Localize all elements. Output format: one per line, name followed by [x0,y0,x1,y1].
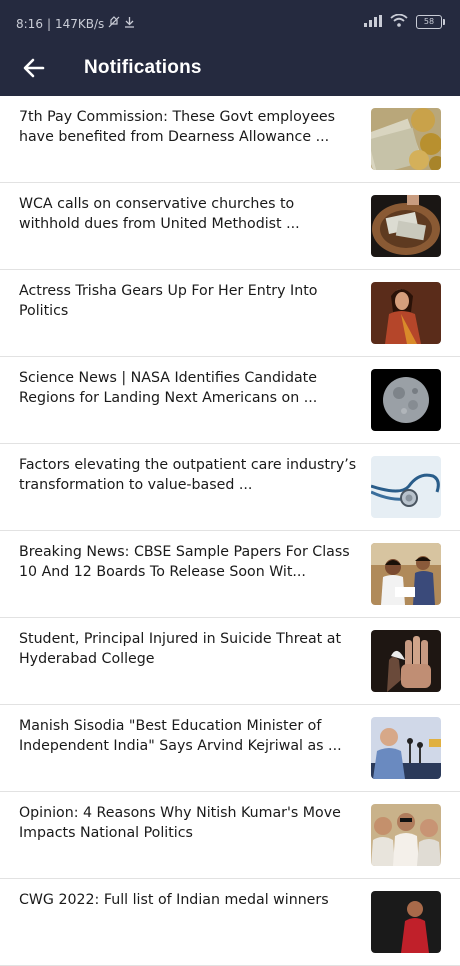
signal-icon [364,14,382,30]
notification-title: Opinion: 4 Reasons Why Nitish Kumar's Mo… [19,805,341,841]
athlete-image [371,891,441,953]
notification-item[interactable]: Manish Sisodia "Best Education Minister … [0,705,460,792]
notification-title: Manish Sisodia "Best Education Minister … [19,718,342,754]
notification-title: Breaking News: CBSE Sample Papers For Cl… [19,544,350,580]
notification-item[interactable]: Science News | NASA Identifies Candidate… [0,357,460,444]
notification-title: Student, Principal Injured in Suicide Th… [19,631,342,667]
mute-alarm-icon [108,16,120,31]
notification-list: 7th Pay Commission: These Govt employees… [0,96,460,966]
speaker-image [371,717,441,779]
network-speed: 147KB/s [55,16,105,31]
notification-title: WCA calls on conservative churches to wi… [19,196,300,232]
notification-item[interactable]: Student, Principal Injured in Suicide Th… [0,618,460,705]
moon-image [371,369,441,431]
status-bar: 8:16 | 147KB/s 58 [0,0,460,44]
offering-plate-image [371,195,441,257]
notification-title: Science News | NASA Identifies Candidate… [19,370,318,406]
stethoscope-image [371,456,441,518]
notification-item[interactable]: WCA calls on conservative churches to wi… [0,183,460,270]
actress-portrait-image [371,282,441,344]
students-image [371,543,441,605]
politicians-image [371,804,441,866]
arrow-left-icon [23,58,45,83]
notification-item[interactable]: 7th Pay Commission: These Govt employees… [0,96,460,183]
app-bar: Notifications [0,44,460,96]
notification-item[interactable]: CWG 2022: Full list of Indian medal winn… [0,879,460,966]
wifi-icon [390,13,408,30]
battery-icon: 58 [416,15,445,29]
notification-item[interactable]: Factors elevating the outpatient care in… [0,444,460,531]
back-button[interactable] [16,52,52,88]
page-title: Notifications [84,57,202,78]
notification-title: 7th Pay Commission: These Govt employees… [19,109,336,145]
notification-item[interactable]: Actress Trisha Gears Up For Her Entry In… [0,270,460,357]
money-coins-image [371,108,441,170]
notification-title: Actress Trisha Gears Up For Her Entry In… [19,283,318,319]
hand-image [371,630,441,692]
download-icon [124,16,135,31]
notification-title: CWG 2022: Full list of Indian medal winn… [19,892,329,908]
battery-level: 58 [423,17,435,26]
notification-item[interactable]: Opinion: 4 Reasons Why Nitish Kumar's Mo… [0,792,460,879]
status-time: 8:16 [16,16,43,31]
notification-title: Factors elevating the outpatient care in… [19,457,357,493]
notification-item[interactable]: Breaking News: CBSE Sample Papers For Cl… [0,531,460,618]
